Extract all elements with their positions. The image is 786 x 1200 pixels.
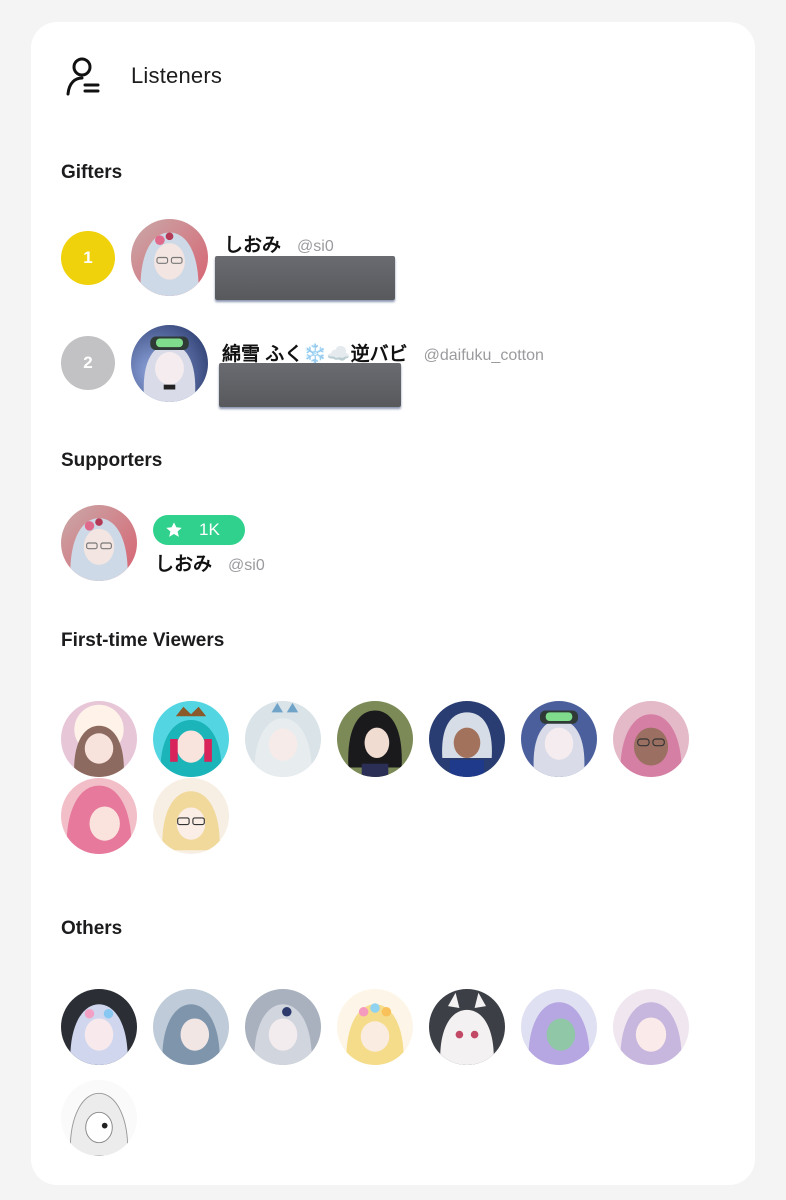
gifter-avatar-1[interactable] xyxy=(131,219,208,296)
badge-label: 1K xyxy=(199,520,220,539)
viewer-avatar[interactable] xyxy=(153,778,229,854)
other-avatar[interactable] xyxy=(61,989,137,1065)
supporter-level-badge: 1K xyxy=(153,515,245,545)
viewer-avatar[interactable] xyxy=(429,701,505,777)
gifter-name-row-2: 綿雪 ふく❄️☁️逆バビ @daifuku_cotton xyxy=(222,339,544,366)
supporter-handle: @si0 xyxy=(228,557,265,574)
star-icon xyxy=(166,522,182,537)
other-avatar[interactable] xyxy=(153,989,229,1065)
viewer-avatar[interactable] xyxy=(337,701,413,777)
section-title-gifters: Gifters xyxy=(61,162,123,183)
listeners-card: Listeners Gifters 1 しおみ @si0 2 綿雪 ふく❄️☁️… xyxy=(31,22,755,1185)
viewer-avatar[interactable] xyxy=(61,778,137,854)
supporter-name[interactable]: しおみ xyxy=(155,549,212,576)
supporter-name-row: しおみ @si0 xyxy=(155,549,265,576)
gifter-avatar-2[interactable] xyxy=(131,325,208,402)
listeners-header: Listeners xyxy=(65,56,222,96)
other-avatar[interactable] xyxy=(245,989,321,1065)
redacted-block xyxy=(215,256,395,300)
gifter-handle: @daifuku_cotton xyxy=(423,347,544,364)
other-avatar[interactable] xyxy=(521,989,597,1065)
other-avatar[interactable] xyxy=(429,989,505,1065)
other-avatar[interactable] xyxy=(337,989,413,1065)
gifter-name[interactable]: しおみ xyxy=(224,230,281,257)
listener-user-icon xyxy=(66,57,100,96)
gifter-name[interactable]: 綿雪 ふく❄️☁️逆バビ xyxy=(222,339,408,366)
other-avatar[interactable] xyxy=(613,989,689,1065)
supporter-avatar[interactable] xyxy=(61,505,137,581)
page-title: Listeners xyxy=(131,63,223,88)
viewer-avatar[interactable] xyxy=(613,701,689,777)
section-title-others: Others xyxy=(61,918,123,939)
redacted-block xyxy=(219,363,401,407)
rank-badge-1: 1 xyxy=(61,231,115,285)
section-title-first-time-viewers: First-time Viewers xyxy=(61,630,225,651)
other-avatar[interactable] xyxy=(61,1080,137,1156)
section-title-supporters: Supporters xyxy=(61,450,163,471)
viewer-avatar[interactable] xyxy=(521,701,597,777)
viewer-avatar[interactable] xyxy=(153,701,229,777)
rank-badge-2: 2 xyxy=(61,336,115,390)
viewer-avatar[interactable] xyxy=(245,701,321,777)
gifter-name-row-1: しおみ @si0 xyxy=(224,230,334,257)
gifter-handle: @si0 xyxy=(297,238,334,255)
viewer-avatar[interactable] xyxy=(61,701,137,777)
